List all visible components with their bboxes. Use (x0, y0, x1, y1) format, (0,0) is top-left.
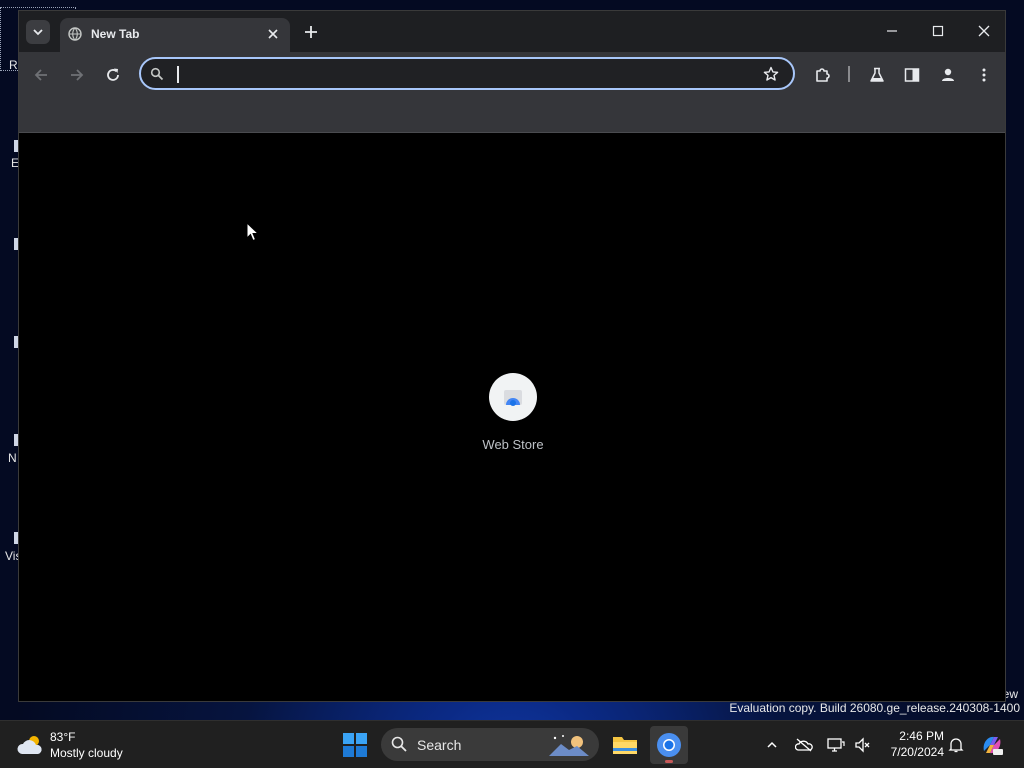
new-tab-page: Web Store (19, 133, 1005, 701)
person-icon (942, 68, 954, 81)
star-icon[interactable] (763, 66, 779, 82)
plus-icon (305, 26, 317, 38)
side-panel-icon (904, 68, 920, 82)
back-button[interactable] (29, 63, 53, 87)
shortcut-label: Web Store (482, 437, 544, 452)
menu-button[interactable] (972, 63, 996, 87)
taskbar-search[interactable]: Search (381, 728, 599, 761)
weather-temperature: 83°F (50, 730, 76, 744)
onedrive-tray-button[interactable] (794, 735, 814, 755)
minimize-icon (887, 30, 897, 32)
search-highlight-art-icon (549, 735, 589, 756)
forward-arrow-icon (71, 69, 84, 81)
new-tab-button[interactable] (300, 21, 322, 43)
taskbar: 83°F Mostly cloudy Search 2:46 PM 7/20/2… (0, 720, 1024, 768)
side-panel-button[interactable] (900, 63, 924, 87)
address-bar[interactable] (139, 57, 795, 90)
profile-button[interactable] (936, 63, 960, 87)
close-icon (978, 25, 990, 37)
reload-icon (107, 68, 119, 81)
chrome-taskbar-button[interactable] (650, 726, 688, 764)
copilot-icon (983, 736, 1003, 755)
bell-icon (948, 738, 964, 753)
flask-icon (870, 67, 884, 82)
address-input[interactable] (175, 64, 739, 86)
mouse-cursor-icon (246, 222, 260, 242)
back-arrow-icon (34, 69, 47, 81)
shortcut-tile[interactable] (489, 373, 537, 421)
kebab-menu-icon (982, 68, 986, 82)
taskbar-search-label: Search (417, 737, 462, 753)
tab-close-button[interactable] (264, 25, 282, 43)
chevron-up-icon (767, 741, 777, 748)
clock-time: 2:46 PM (899, 729, 944, 743)
cloud-sun-icon (17, 736, 42, 754)
weather-widget[interactable]: 83°F Mostly cloudy (16, 729, 156, 763)
evaluation-watermark: ew Evaluation copy. Build 26080.ge_relea… (729, 687, 1020, 715)
extensions-button[interactable] (811, 63, 835, 87)
web-store-icon (504, 390, 522, 406)
desktop-icon-label[interactable]: N (8, 451, 17, 465)
desktop-icon-label[interactable]: R (9, 58, 18, 72)
search-icon (391, 736, 407, 752)
bookmarks-bar (19, 98, 1005, 133)
labs-button[interactable] (865, 63, 889, 87)
chrome-icon (657, 733, 681, 757)
file-explorer-icon (613, 737, 637, 754)
globe-icon (68, 27, 82, 41)
tab-search-button[interactable] (26, 20, 50, 44)
browser-window: New Tab Web Store (18, 10, 1006, 702)
volume-muted-icon (855, 737, 870, 753)
volume-tray-button[interactable] (852, 735, 872, 755)
onedrive-offline-icon (795, 738, 813, 752)
notifications-button[interactable] (946, 735, 966, 755)
show-hidden-icons-button[interactable] (762, 735, 782, 755)
maximize-button[interactable] (915, 15, 961, 47)
forward-button[interactable] (65, 63, 89, 87)
shortcut-web-store[interactable]: Web Store (457, 373, 569, 452)
close-window-button[interactable] (961, 15, 1007, 47)
toolbar (19, 52, 1005, 98)
weather-condition: Mostly cloudy (50, 746, 123, 760)
tab-strip: New Tab (19, 11, 1005, 52)
copilot-button[interactable] (980, 733, 1004, 757)
windows-start-icon[interactable] (342, 732, 368, 758)
minimize-button[interactable] (869, 15, 915, 47)
puzzle-icon (816, 68, 830, 82)
tab-title: New Tab (91, 27, 140, 41)
active-app-indicator (665, 760, 673, 763)
reload-button[interactable] (101, 63, 125, 87)
clock-date: 7/20/2024 (890, 745, 944, 759)
chevron-down-icon (33, 29, 43, 36)
text-caret (177, 66, 179, 83)
display-icon (827, 738, 845, 752)
watermark-text: Evaluation copy. Build 26080.ge_release.… (729, 701, 1020, 715)
close-icon (268, 29, 278, 39)
file-explorer-button[interactable] (606, 726, 644, 764)
search-icon (150, 67, 164, 81)
toolbar-separator (848, 66, 850, 82)
maximize-icon (932, 25, 944, 37)
system-clock[interactable]: 2:46 PM 7/20/2024 (872, 728, 944, 760)
tab-new-tab[interactable]: New Tab (60, 18, 290, 52)
display-tray-button[interactable] (826, 735, 846, 755)
